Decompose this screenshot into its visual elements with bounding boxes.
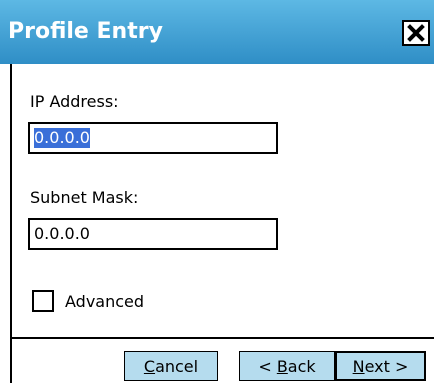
- window-title: Profile Entry: [8, 19, 163, 44]
- subnet-mask-field[interactable]: 0.0.0.0: [28, 218, 278, 250]
- back-button-label: ack: [287, 356, 316, 376]
- profile-entry-window: Profile Entry IP Address: 0.0.0.0 Subnet…: [0, 0, 434, 383]
- title-bar: Profile Entry: [0, 0, 434, 64]
- next-button-label: ext >: [364, 356, 409, 376]
- subnet-mask-value: 0.0.0.0: [34, 224, 90, 243]
- back-button-mnemonic: B: [276, 356, 288, 376]
- advanced-checkbox[interactable]: [32, 290, 54, 312]
- close-button[interactable]: [402, 20, 430, 46]
- ip-address-label: IP Address:: [30, 92, 119, 111]
- close-icon: [407, 24, 425, 42]
- cancel-button-label: ancel: [155, 356, 199, 376]
- ip-address-value: 0.0.0.0: [34, 128, 90, 148]
- back-button-prefix: <: [258, 356, 277, 376]
- next-button-mnemonic: N: [352, 356, 365, 376]
- next-button[interactable]: Next >: [335, 351, 426, 381]
- cancel-button-mnemonic: C: [143, 356, 156, 376]
- cancel-button[interactable]: Cancel: [124, 351, 218, 381]
- subnet-mask-label: Subnet Mask:: [30, 188, 139, 207]
- back-button[interactable]: < Back: [239, 351, 335, 381]
- advanced-label[interactable]: Advanced: [65, 292, 144, 311]
- ip-address-field[interactable]: 0.0.0.0: [28, 122, 278, 154]
